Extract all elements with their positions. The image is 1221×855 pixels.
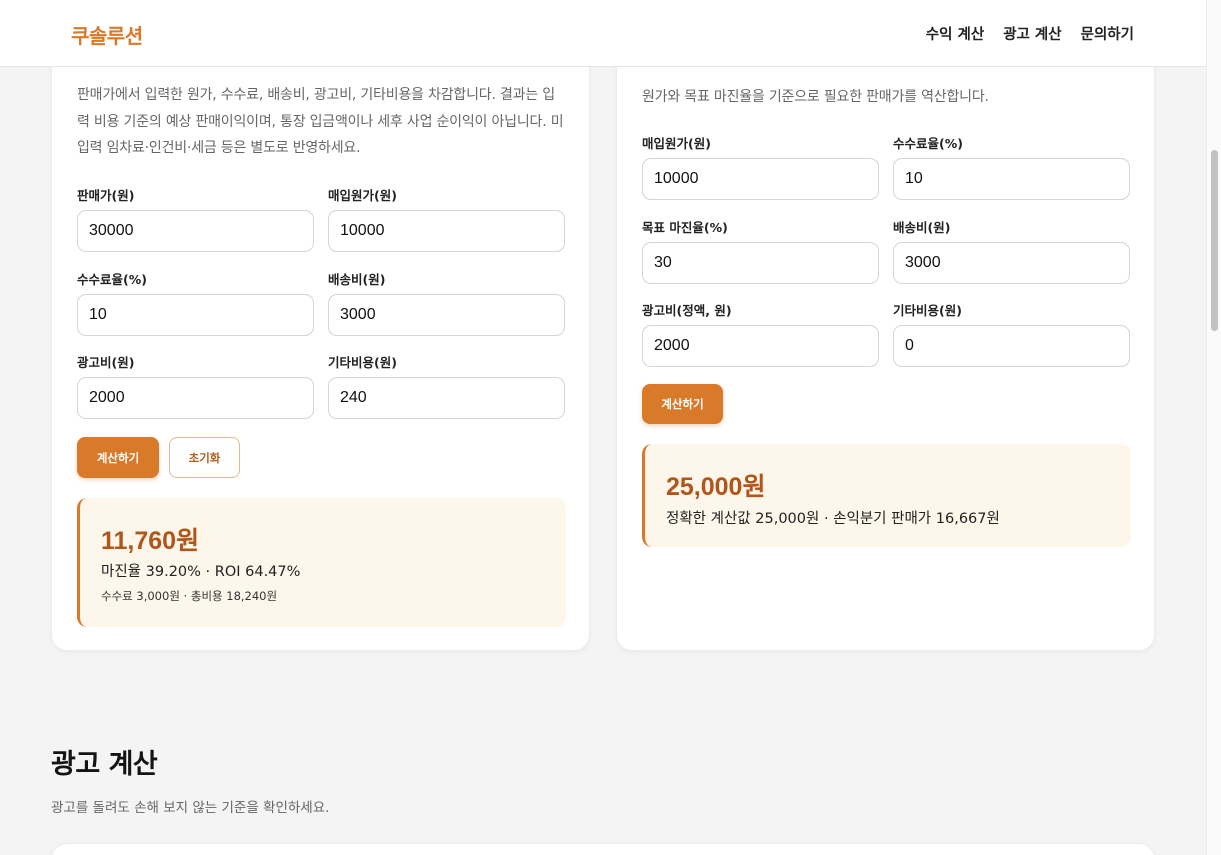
nav-contact[interactable]: 문의하기 [1081, 23, 1134, 44]
target-ad-cost-input[interactable] [642, 325, 879, 367]
ad-section-description: 광고를 돌려도 손해 보지 않는 기준을 확인하세요. [51, 800, 330, 816]
ad-section-title: 광고 계산 [51, 749, 158, 780]
target-margin-label: 목표 마진율(%) [642, 220, 728, 235]
price-calc-description: 원가와 목표 마진율을 기준으로 필요한 판매가를 역산합니다. [642, 89, 989, 105]
target-shipping-label: 배송비(원) [893, 220, 951, 235]
target-fee-rate-input[interactable] [893, 158, 1130, 200]
cost-input[interactable] [328, 210, 565, 252]
top-header: 쿠솔루션 수익 계산 광고 계산 문의하기 [0, 0, 1206, 67]
target-ad-cost-label: 광고비(정액, 원) [642, 303, 732, 318]
reset-button[interactable]: 초기화 [169, 437, 240, 478]
shipping-input[interactable] [328, 294, 565, 336]
target-other-cost-label: 기타비용(원) [893, 303, 962, 318]
nav-profit-calc[interactable]: 수익 계산 [926, 23, 984, 44]
other-cost-label: 기타비용(원) [328, 355, 397, 370]
target-cost-label: 매입원가(원) [642, 136, 711, 151]
fee-rate-input[interactable] [77, 294, 314, 336]
calculate-button[interactable]: 계산하기 [77, 437, 159, 478]
scrollbar-thumb[interactable] [1211, 150, 1218, 331]
main-nav: 수익 계산 광고 계산 문의하기 [926, 23, 1134, 44]
nav-ad-calc[interactable]: 광고 계산 [1003, 23, 1061, 44]
profit-calc-description: 판매가에서 입력한 원가, 수수료, 배송비, 광고비, 기타비용을 차감합니다… [77, 87, 564, 156]
shipping-label: 배송비(원) [328, 272, 386, 287]
logo[interactable]: 쿠솔루션 [71, 20, 143, 49]
price-result-detail: 정확한 계산값 25,000원 · 손익분기 판매가 16,667원 [666, 511, 1000, 527]
profit-result-margin: 마진율 39.20% · ROI 64.47% [101, 564, 301, 580]
profit-result-breakdown: 수수료 3,000원 · 총비용 18,240원 [101, 589, 278, 603]
price-calc-card: 원가와 목표 마진율을 기준으로 필요한 판매가를 역산합니다. 매입원가(원)… [616, 30, 1155, 651]
profit-result-amount: 11,760원 [101, 527, 200, 555]
target-cost-input[interactable] [642, 158, 879, 200]
fee-rate-label: 수수료율(%) [77, 272, 147, 287]
scrollbar[interactable] [1206, 0, 1221, 855]
price-result-box: 25,000원 정확한 계산값 25,000원 · 손익분기 판매가 16,66… [642, 444, 1131, 547]
cost-label: 매입원가(원) [328, 188, 397, 203]
target-calculate-button[interactable]: 계산하기 [642, 384, 723, 424]
target-shipping-input[interactable] [893, 242, 1130, 284]
target-margin-input[interactable] [642, 242, 879, 284]
other-cost-input[interactable] [328, 377, 565, 419]
profit-calc-card: 판매가에서 입력한 원가, 수수료, 배송비, 광고비, 기타비용을 차감합니다… [51, 30, 590, 651]
profit-result-box: 11,760원 마진율 39.20% · ROI 64.47% 수수료 3,00… [77, 498, 566, 627]
ad-cost-label: 광고비(원) [77, 355, 135, 370]
target-other-cost-input[interactable] [893, 325, 1130, 367]
price-input[interactable] [77, 210, 314, 252]
ad-calc-card [51, 843, 1155, 855]
page: 쿠솔루션 수익 계산 광고 계산 문의하기 판매가에서 입력한 원가, 수수료,… [0, 0, 1221, 855]
price-result-amount: 25,000원 [666, 473, 766, 501]
price-label: 판매가(원) [77, 188, 135, 203]
ad-cost-input[interactable] [77, 377, 314, 419]
target-fee-rate-label: 수수료율(%) [893, 136, 963, 151]
